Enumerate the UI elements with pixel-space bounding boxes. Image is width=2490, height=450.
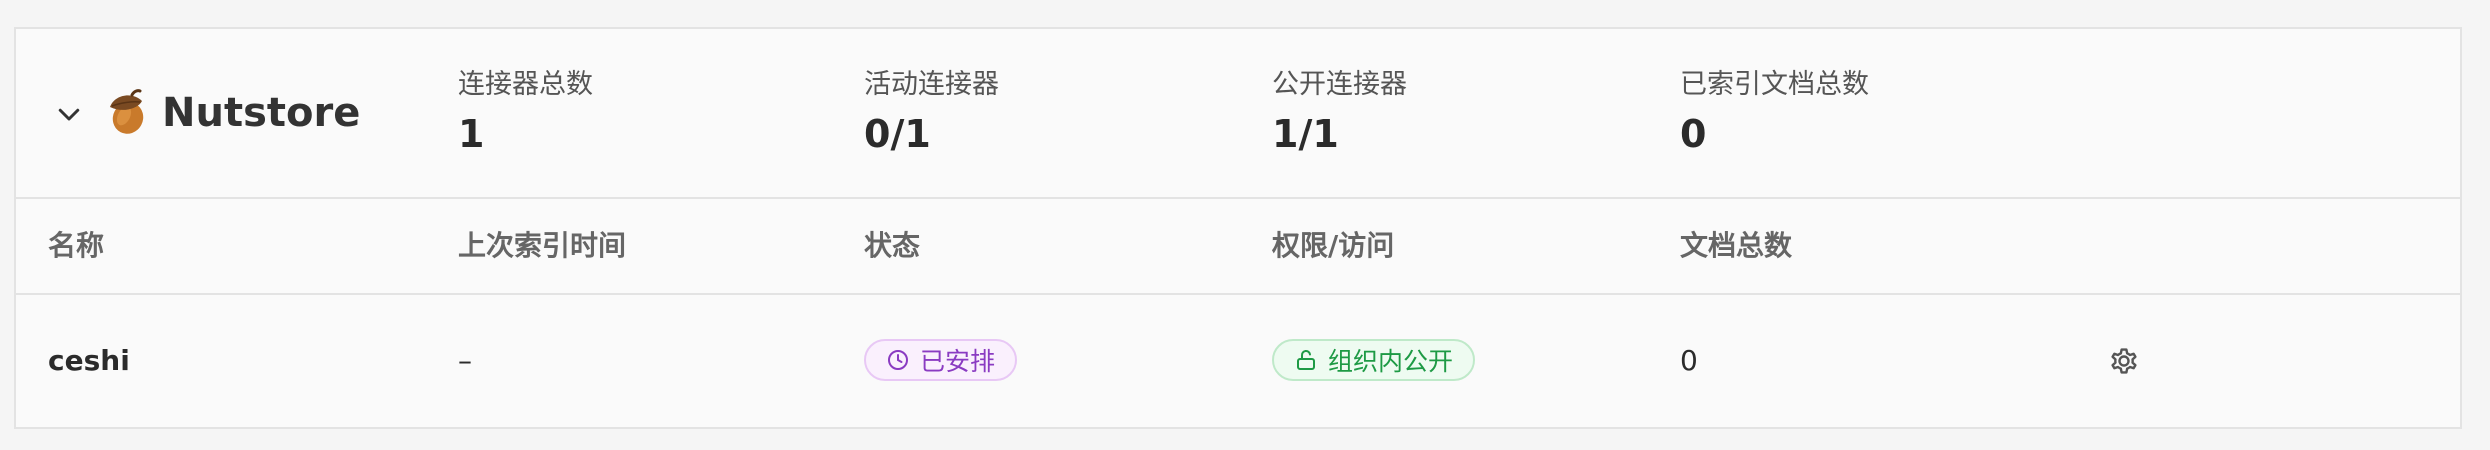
acorn-icon (110, 89, 144, 134)
status-text: 已安排 (920, 347, 996, 376)
gear-icon[interactable] (2106, 343, 2142, 379)
table-row[interactable]: ceshi – 已安排 组织内公开 0 (16, 295, 2460, 427)
stat-total-connectors: 连接器总数 1 (458, 65, 593, 159)
stat-public-connectors: 公开连接器 1/1 (1272, 65, 1407, 159)
stat-label: 公开连接器 (1272, 69, 1407, 100)
source-summary: Nutstore 连接器总数 1 活动连接器 0/1 公开连接器 1/1 已索引… (16, 29, 2460, 199)
stat-indexed-documents: 已索引文档总数 0 (1680, 65, 1869, 159)
source-name: Nutstore (162, 90, 361, 136)
column-header-doc-count: 文档总数 (1680, 229, 1793, 262)
access-badge: 组织内公开 (1272, 339, 1476, 381)
stat-value: 1/1 (1272, 112, 1339, 156)
column-header-status: 状态 (864, 229, 921, 262)
last-indexed-time: – (458, 344, 472, 377)
stat-active-connectors: 活动连接器 0/1 (864, 65, 999, 159)
status-badge: 已安排 (864, 339, 1018, 381)
column-header-last-indexed: 上次索引时间 (458, 229, 627, 262)
stat-label: 连接器总数 (458, 69, 593, 100)
connector-name[interactable]: ceshi (48, 295, 130, 427)
access-text: 组织内公开 (1328, 347, 1454, 376)
chevron-down-icon[interactable] (54, 99, 84, 129)
column-header-name: 名称 (48, 229, 105, 262)
stat-value: 0/1 (864, 112, 931, 156)
stat-value: 1 (458, 112, 485, 156)
stat-label: 活动连接器 (864, 69, 999, 100)
table-header: 名称 上次索引时间 状态 权限/访问 文档总数 (16, 199, 2460, 295)
connector-source-card: Nutstore 连接器总数 1 活动连接器 0/1 公开连接器 1/1 已索引… (14, 27, 2462, 429)
stat-label: 已索引文档总数 (1680, 69, 1869, 100)
document-count: 0 (1680, 344, 1698, 377)
clock-icon (888, 350, 908, 370)
unlock-icon (1297, 350, 1315, 370)
stat-value: 0 (1680, 112, 1707, 156)
column-header-access: 权限/访问 (1272, 229, 1395, 262)
